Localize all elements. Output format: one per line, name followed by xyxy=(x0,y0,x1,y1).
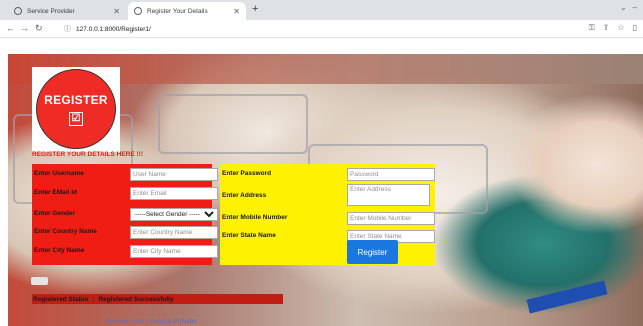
small-blank-button[interactable] xyxy=(31,277,48,285)
forward-arrow-icon[interactable]: → xyxy=(20,23,29,33)
browser-tab-bar: Service Provider ✕ Register Your Details… xyxy=(0,0,643,20)
city-label: Enter City Name xyxy=(34,247,85,254)
registered-status-bar: Registered Status : Registered Successfu… xyxy=(32,294,283,304)
username-label: Enter Username xyxy=(34,170,84,177)
email-input[interactable] xyxy=(130,187,218,200)
tab-register-your-details[interactable]: Register Your Details ✕ xyxy=(128,2,246,20)
mobile-label: Enter Mobile Number xyxy=(222,214,288,221)
password-input[interactable] xyxy=(347,168,435,181)
footer-separator: | xyxy=(146,318,148,325)
password-label: Enter Password xyxy=(222,170,272,177)
url-text: 127.0.0.1:8000/Register1/ xyxy=(76,25,151,33)
globe-icon xyxy=(134,7,142,15)
minimize-icon[interactable]: – xyxy=(633,3,637,12)
mobile-input[interactable] xyxy=(347,212,435,225)
page-heading: REGISTER YOUR DETAILS HERE !!! xyxy=(32,151,143,158)
state-label: Enter State Name xyxy=(222,232,276,239)
address-textarea[interactable] xyxy=(347,184,430,206)
background-sticker xyxy=(526,280,608,314)
share-icon[interactable]: ⇪ xyxy=(603,23,610,33)
page-top-gap xyxy=(0,38,643,54)
logo-circle: REGISTER ☑ xyxy=(36,69,116,149)
reload-icon[interactable]: ↻ xyxy=(35,23,43,34)
gender-select[interactable]: -----Select Gender ----- xyxy=(130,208,218,221)
remote-user-link[interactable]: Remote User xyxy=(106,318,144,325)
country-input[interactable] xyxy=(130,226,218,239)
form-right-panel: Enter Password Enter Address Enter Mobil… xyxy=(220,164,435,265)
checkbox-icon: ☑ xyxy=(69,111,83,126)
form-left-panel: Enter Username Enter EMail Id Enter Gend… xyxy=(32,164,218,265)
register-logo: REGISTER ☑ xyxy=(32,67,120,152)
country-label: Enter Country Name xyxy=(34,228,97,235)
star-icon[interactable]: ☆ xyxy=(617,23,624,33)
close-icon[interactable]: ✕ xyxy=(113,7,120,16)
status-label: Registered Status xyxy=(33,295,89,303)
toolbar-icons: ⚿ ⇪ ☆ ▯ xyxy=(589,23,637,33)
sidebar-icon[interactable]: ▯ xyxy=(633,23,637,33)
address-bar: ← → ↻ ⓘ 127.0.0.1:8000/Register1/ ⚿ ⇪ ☆ … xyxy=(0,20,643,38)
chevron-down-icon[interactable]: ⌄ xyxy=(620,3,627,12)
tab-title: Service Provider xyxy=(27,7,75,15)
window-controls: ⌄ – xyxy=(620,3,637,12)
logo-text: REGISTER xyxy=(44,92,108,107)
footer-links: Remote User | Service Provider xyxy=(106,318,197,325)
service-provider-link[interactable]: Service Provider xyxy=(150,318,198,325)
close-icon[interactable]: ✕ xyxy=(233,7,240,16)
tab-title: Register Your Details xyxy=(147,7,208,15)
key-icon[interactable]: ⚿ xyxy=(589,23,595,33)
new-tab-button[interactable]: + xyxy=(252,3,258,15)
username-input[interactable] xyxy=(130,168,218,181)
status-separator: : xyxy=(92,295,95,303)
info-icon[interactable]: ⓘ xyxy=(64,24,71,34)
url-field[interactable]: ⓘ 127.0.0.1:8000/Register1/ xyxy=(60,22,580,36)
globe-icon xyxy=(14,7,22,15)
status-value: Registered Successfully xyxy=(98,295,174,303)
background-bassinet xyxy=(158,94,308,154)
register-button[interactable]: Register xyxy=(347,240,398,264)
email-label: Enter EMail Id xyxy=(34,189,77,196)
tab-service-provider[interactable]: Service Provider ✕ xyxy=(8,2,126,20)
gender-label: Enter Gender xyxy=(34,210,76,217)
city-input[interactable] xyxy=(130,245,218,258)
address-label: Enter Address xyxy=(222,192,267,199)
back-arrow-icon[interactable]: ← xyxy=(6,23,15,33)
page-background: REGISTER ☑ REGISTER YOUR DETAILS HERE !!… xyxy=(8,54,643,326)
